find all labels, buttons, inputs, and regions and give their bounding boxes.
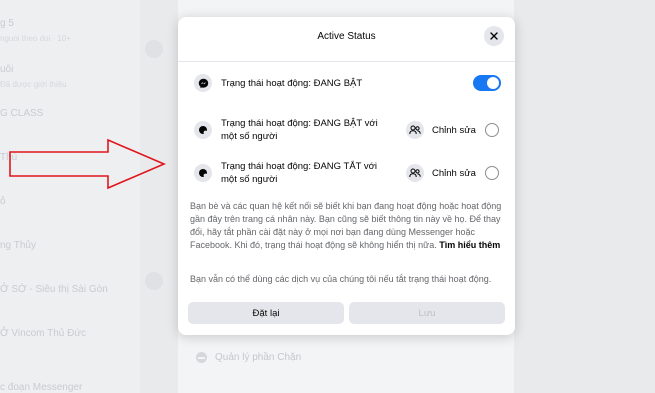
status-description: Bạn bè và các quan hệ kết nối sẽ biết kh… [190, 200, 503, 252]
active-status-toggle[interactable] [473, 75, 501, 91]
edit-label: Chỉnh sửa [432, 124, 476, 136]
close-icon [490, 32, 498, 40]
bg-chat-sub: nguoi theo doi · 10+ [0, 34, 71, 43]
bg-chat-name: ng Thủy [0, 240, 36, 251]
messenger-icon [194, 74, 212, 92]
status-option-on: Trạng thái hoạt động: ĐANG BẬT [194, 74, 503, 92]
edit-button[interactable]: Chỉnh sửa [406, 164, 476, 182]
dialog-title: Active Status [317, 31, 376, 42]
bg-chat-name: Ở Vincom Thủ Đức [0, 328, 87, 339]
red-arrow-annotation [9, 138, 167, 190]
bg-chat-sub: Đã được giới thiệu [0, 80, 67, 89]
edit-button[interactable]: Chỉnh sửa [406, 121, 476, 139]
bg-block-settings: Quản lý phần Chặn [196, 352, 301, 363]
people-icon [406, 164, 424, 182]
edit-label: Chỉnh sửa [432, 167, 476, 179]
bg-chat-name: g 5 [0, 18, 14, 29]
bg-chat-name: G CLASS [0, 108, 44, 119]
status-off-icon [194, 164, 212, 182]
status-option-on-some: Trạng thái hoạt động: ĐANG BẬT với một s… [194, 117, 503, 143]
bg-avatar [145, 40, 163, 58]
reset-button[interactable]: Đặt lại [188, 302, 344, 324]
bg-chat-name: ỏ [0, 196, 6, 207]
status-radio[interactable] [485, 123, 499, 137]
bg-chat-name: uôi [0, 64, 14, 75]
bg-avatar [145, 272, 163, 290]
active-status-dialog: Active Status Trạng thái hoạt động: ĐANG… [178, 17, 515, 335]
status-note: Bạn vẫn có thể dùng các dịch vụ của chún… [190, 274, 492, 284]
learn-more-link[interactable]: Tìm hiểu thêm [439, 240, 500, 250]
background-chat-list: g 5 nguoi theo doi · 10+ uôi Đã được giớ… [0, 0, 140, 393]
status-option-label: Trạng thái hoạt động: ĐANG BẬT [221, 77, 363, 89]
save-button[interactable]: Lưu [349, 302, 505, 324]
status-option-off-some: Trạng thái hoạt động: ĐANG TẮT với một s… [194, 160, 503, 186]
close-button[interactable] [484, 26, 504, 46]
bg-chat-name: c đoạn Messenger [0, 382, 83, 393]
bg-block-label: Quản lý phần Chặn [215, 352, 302, 363]
bg-chat-name: Ở SỚ - Siêu thị Sài Gòn [0, 284, 108, 295]
status-option-label: Trạng thái hoạt động: ĐANG TẮT với một s… [221, 161, 378, 185]
block-icon [196, 352, 207, 363]
status-option-label: Trạng thái hoạt động: ĐANG BẬT với một s… [221, 118, 378, 142]
status-radio[interactable] [485, 166, 499, 180]
status-on-icon [194, 121, 212, 139]
people-icon [406, 121, 424, 139]
title-divider [178, 61, 515, 62]
